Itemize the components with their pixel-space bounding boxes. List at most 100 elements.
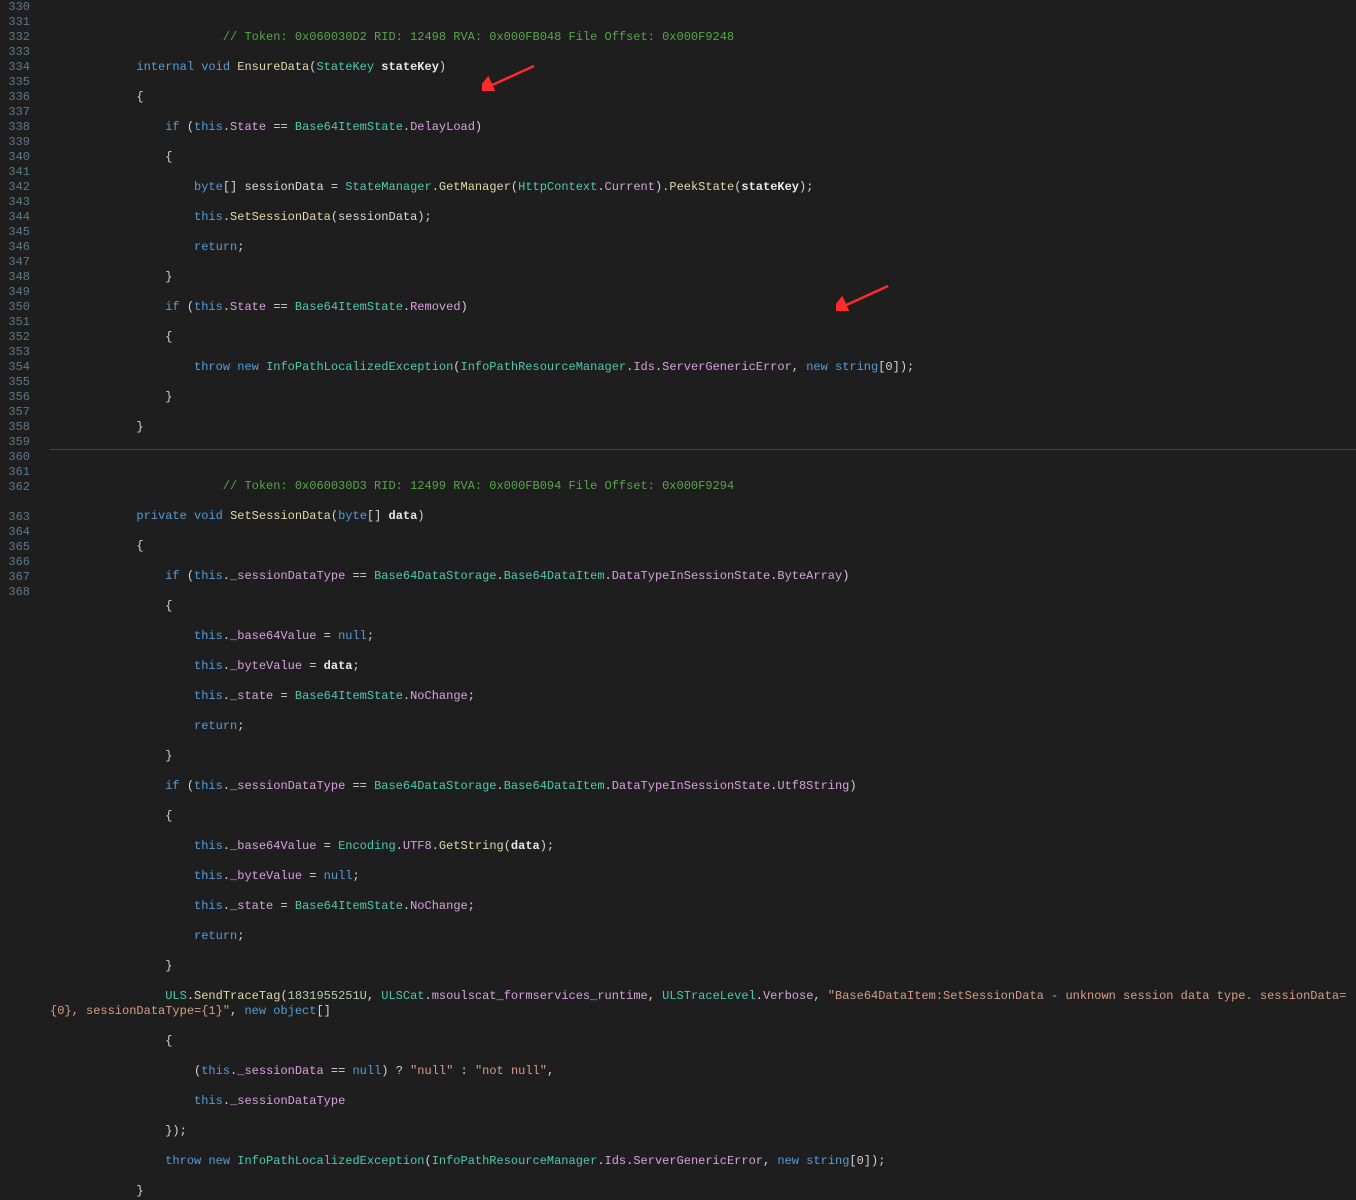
kw-this: this [194,120,223,134]
line-number-gutter: 3303313323333343353363373383393403413423… [0,0,42,600]
kw-new: new [806,360,828,374]
type: Base64DataItem [504,779,605,793]
string: "not null" [475,1064,547,1078]
code-line[interactable]: this._state = Base64ItemState.NoChange; [50,899,1356,914]
code-editor: 3303313323333343353363373383393403413423… [0,0,1356,600]
brace: { [50,539,144,553]
line-number: 342 [6,180,30,195]
code-line[interactable]: this._sessionDataType [50,1094,1356,1109]
kw-if: if [165,779,179,793]
line-number: 363 [6,510,30,525]
code-line[interactable]: return; [50,929,1356,944]
code-line[interactable]: } [50,270,1356,285]
code-line[interactable]: { [50,90,1356,105]
line-number: 361 [6,465,30,480]
method-name: SetSessionData [230,509,331,523]
prop: UTF8 [403,839,432,853]
line-number: 347 [6,255,30,270]
line-number: 336 [6,90,30,105]
arg: stateKey [741,180,799,194]
code-line[interactable]: { [50,539,1356,554]
type: ULSTraceLevel [662,989,756,1003]
kw-return: return [194,719,237,733]
code-line[interactable]: ULS.SendTraceTag(1831955251U, ULSCat.mso… [50,989,1356,1019]
code-line[interactable]: { [50,599,1356,614]
code-line[interactable]: if (this._sessionDataType == Base64DataS… [50,569,1356,584]
local: sessionData [244,180,323,194]
field: _sessionDataType [230,569,345,583]
line-number: 330 [6,0,30,15]
type: Encoding [338,839,396,853]
code-line[interactable]: this._byteValue = data; [50,659,1356,674]
brace: } [50,749,172,763]
line-number: 355 [6,375,30,390]
field: _sessionData [237,1064,323,1078]
param: data [389,509,418,523]
code-line[interactable]: this._base64Value = Encoding.UTF8.GetStr… [50,839,1356,854]
code-line[interactable]: private void SetSessionData(byte[] data) [50,509,1356,524]
code-area[interactable]: // Token: 0x060030D2 RID: 12498 RVA: 0x0… [42,0,1356,600]
code-line[interactable]: internal void EnsureData(StateKey stateK… [50,60,1356,75]
type: InfoPathResourceManager [432,1154,598,1168]
brace: { [50,150,172,164]
code-line[interactable]: } [50,390,1356,405]
code-line[interactable]: this._base64Value = null; [50,629,1356,644]
code-line[interactable]: } [50,420,1356,435]
line-number: 350 [6,300,30,315]
code-line[interactable]: // Token: 0x060030D2 RID: 12498 RVA: 0x0… [50,30,1356,45]
code-line[interactable]: return; [50,719,1356,734]
line-number: 356 [6,390,30,405]
code-line[interactable]: this._byteValue = null; [50,869,1356,884]
type: InfoPathResourceManager [461,360,627,374]
kw-if: if [165,300,179,314]
type: Base64ItemState [295,120,403,134]
code-line[interactable]: return; [50,240,1356,255]
code-line[interactable]: byte[] sessionData = StateManager.GetMan… [50,180,1356,195]
code-line[interactable]: if (this.State == Base64ItemState.DelayL… [50,120,1356,135]
line-number: 358 [6,420,30,435]
code-line[interactable]: throw new InfoPathLocalizedException(Inf… [50,360,1356,375]
line-number: 331 [6,15,30,30]
code-line[interactable]: this._state = Base64ItemState.NoChange; [50,689,1356,704]
code-line[interactable]: } [50,959,1356,974]
code-line[interactable]: { [50,330,1356,345]
kw-new: new [777,1154,799,1168]
kw-null: null [338,629,367,643]
code-line[interactable]: { [50,1034,1356,1049]
field: _state [230,899,273,913]
kw-this: this [194,659,223,673]
arg: sessionData [338,210,417,224]
enum-member: ByteArray [777,569,842,583]
code-line[interactable]: } [50,749,1356,764]
kw-object: object [273,1004,316,1018]
code-line[interactable]: // Token: 0x060030D3 RID: 12499 RVA: 0x0… [50,479,1356,494]
kw-string: string [835,360,878,374]
prop: State [230,120,266,134]
method: GetString [439,839,504,853]
line-number: 365 [6,540,30,555]
code-line[interactable]: if (this.State == Base64ItemState.Remove… [50,300,1356,315]
code-line[interactable]: }); [50,1124,1356,1139]
line-number: 335 [6,75,30,90]
enum-member: Removed [410,300,460,314]
prop: DataTypeInSessionState [612,569,770,583]
code-line[interactable] [50,449,1356,464]
code-line[interactable]: this.SetSessionData(sessionData); [50,210,1356,225]
type: ULSCat [381,989,424,1003]
brace: } [50,1184,144,1198]
code-line[interactable]: (this._sessionData == null) ? "null" : "… [50,1064,1356,1079]
code-line[interactable]: { [50,809,1356,824]
enum-member: DelayLoad [410,120,475,134]
code-line[interactable]: throw new InfoPathLocalizedException(Inf… [50,1154,1356,1169]
code-line[interactable]: { [50,150,1356,165]
kw-this: this [194,839,223,853]
line-number: 353 [6,345,30,360]
line-number: 351 [6,315,30,330]
prop: ServerGenericError [633,1154,763,1168]
code-line[interactable]: } [50,1184,1356,1199]
line-number: 341 [6,165,30,180]
code-line[interactable]: if (this._sessionDataType == Base64DataS… [50,779,1356,794]
prop: ServerGenericError [662,360,792,374]
line-number: 368 [6,585,30,600]
line-number: 346 [6,240,30,255]
